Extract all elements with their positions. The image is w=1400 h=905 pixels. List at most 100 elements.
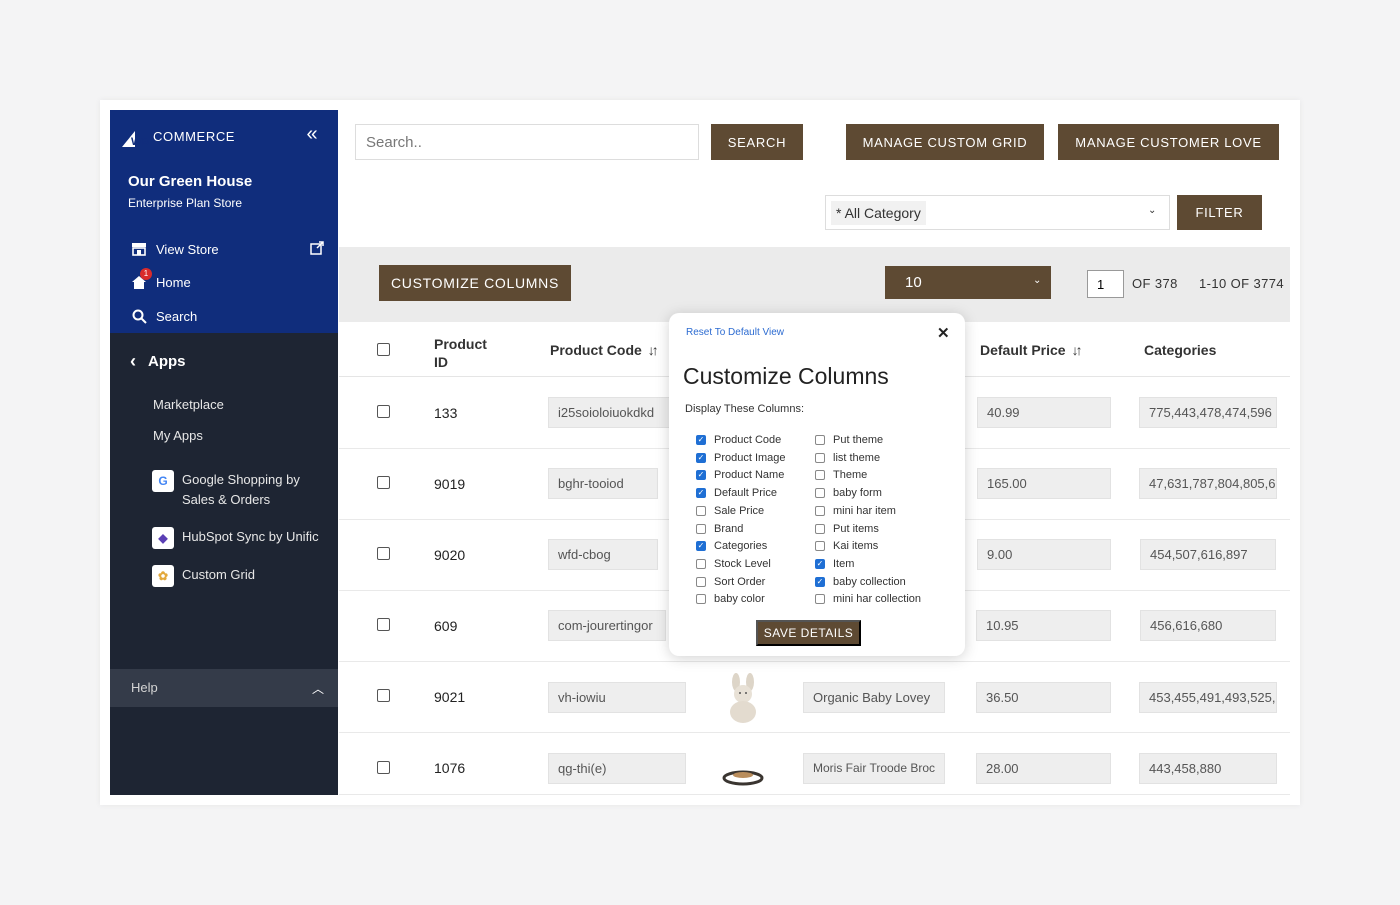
categories-field[interactable]: 456,616,680 [1140,610,1276,641]
header-default-price[interactable]: Default Price ↓↑ [980,342,1083,358]
sort-icon[interactable]: ↓↑ [1072,342,1083,358]
product-name-field[interactable]: Moris Fair Troode Broc [803,753,945,784]
column-option[interactable]: mini har collection [815,593,921,605]
reset-default-view-link[interactable]: Reset To Default View [686,327,784,338]
product-name-field[interactable]: Organic Baby Lovey [803,682,945,713]
column-option[interactable]: Put items [815,523,879,535]
checkbox-checked[interactable]: ✓ [815,558,825,569]
row-checkbox[interactable] [377,618,390,631]
checkbox-unchecked[interactable] [696,505,706,516]
checkbox-unchecked[interactable] [815,594,825,605]
chevron-left-icon: ‹ [130,351,136,371]
column-option[interactable]: Sort Order [696,576,765,588]
header-product-id[interactable]: Product ID [434,335,487,371]
checkbox-checked[interactable]: ✓ [815,576,825,587]
checkbox-unchecked[interactable] [696,576,706,587]
column-option[interactable]: Theme [815,469,867,481]
page-number-input[interactable] [1087,270,1124,298]
product-code-field[interactable]: com-jourertingor [548,610,666,641]
column-option[interactable]: ✓ Categories [696,540,767,552]
checkbox-checked[interactable]: ✓ [696,435,706,445]
column-option[interactable]: Stock Level [696,558,771,570]
column-option-label: baby form [833,487,882,500]
row-checkbox[interactable] [377,547,390,560]
search-button[interactable]: SEARCH [711,124,803,160]
app-item-hubspot[interactable]: ◆ HubSpot Sync by Unific [152,527,319,549]
sidebar-link-view-store[interactable]: View Store [130,239,219,259]
column-option[interactable]: baby color [696,593,765,605]
categories-field[interactable]: 775,443,478,474,596 [1139,397,1277,428]
select-all-checkbox[interactable] [377,343,390,356]
checkbox-unchecked[interactable] [815,435,825,445]
sidebar-link-search[interactable]: Search [130,306,197,326]
price-field[interactable]: 36.50 [976,682,1111,713]
help-toggle[interactable]: Help ︿ [110,669,338,707]
checkbox-unchecked[interactable] [815,523,825,534]
product-code-field[interactable]: vh-iowiu [548,682,686,713]
column-option[interactable]: Put theme [815,434,883,446]
customize-columns-button[interactable]: CUSTOMIZE COLUMNS [379,265,571,301]
column-option[interactable]: ✓ Product Name [696,469,784,481]
header-label: Product Code [550,342,642,358]
per-page-select[interactable]: 10 ⌄ [885,266,1051,299]
column-option[interactable]: baby form [815,487,882,499]
product-code-field[interactable]: i25soioloiuokdkd [548,397,686,428]
row-checkbox[interactable] [377,476,390,489]
apps-back-link[interactable]: ‹ Apps [130,351,186,372]
row-checkbox[interactable] [377,689,390,702]
manage-custom-grid-button[interactable]: MANAGE CUSTOM GRID [846,124,1044,160]
product-code-field[interactable]: qg-thi(e) [548,753,686,784]
checkbox-unchecked[interactable] [815,488,825,499]
checkbox-checked[interactable]: ✓ [696,452,706,463]
sidebar-item-my-apps[interactable]: My Apps [153,428,203,443]
column-option[interactable]: Sale Price [696,505,764,517]
checkbox-unchecked[interactable] [696,523,706,534]
checkbox-checked[interactable]: ✓ [696,488,706,499]
save-details-button[interactable]: SAVE DETAILS [756,620,861,646]
column-option[interactable]: ✓ Default Price [696,487,777,499]
column-option[interactable]: list theme [815,452,880,464]
column-option-label: Product Code [714,434,782,446]
filter-button[interactable]: FILTER [1177,195,1262,230]
checkbox-unchecked[interactable] [815,505,825,516]
checkbox-unchecked[interactable] [815,541,825,552]
price-field[interactable]: 9.00 [977,539,1111,570]
categories-field[interactable]: 454,507,616,897 [1140,539,1276,570]
product-code-field[interactable]: wfd-cbog [548,539,658,570]
checkbox-checked[interactable]: ✓ [696,541,706,552]
price-field[interactable]: 10.95 [976,610,1111,641]
column-option[interactable]: ✓ Product Code [696,434,781,446]
categories-field[interactable]: 443,458,880 [1139,753,1277,784]
close-icon[interactable]: ✕ [937,324,950,342]
column-option[interactable]: ✓ baby collection [815,576,906,588]
column-option[interactable]: ✓ Item [815,558,854,570]
row-checkbox[interactable] [377,405,390,418]
checkbox-checked[interactable]: ✓ [696,470,706,481]
collapse-sidebar-icon[interactable]: « [302,124,322,144]
row-checkbox[interactable] [377,761,390,774]
app-item-google-shopping[interactable]: G Google Shopping by Sales & Orders [152,470,300,510]
column-option[interactable]: ✓ Product Image [696,452,786,464]
checkbox-unchecked[interactable] [815,470,825,481]
column-option[interactable]: Kai items [815,540,878,552]
manage-customer-love-button[interactable]: MANAGE CUSTOMER LOVE [1058,124,1279,160]
search-input[interactable] [355,124,699,160]
checkbox-unchecked[interactable] [696,558,706,569]
app-item-custom-grid[interactable]: ✿ Custom Grid [152,565,255,587]
price-field[interactable]: 165.00 [977,468,1111,499]
header-product-code[interactable]: Product Code ↓↑ [550,342,659,358]
categories-field[interactable]: 453,455,491,493,525,6 [1139,682,1277,713]
category-select[interactable]: * All Category ⌄ [825,195,1170,230]
checkbox-unchecked[interactable] [696,594,706,605]
price-field[interactable]: 40.99 [977,397,1111,428]
price-field[interactable]: 28.00 [976,753,1111,784]
sort-icon[interactable]: ↓↑ [648,342,659,358]
categories-field[interactable]: 47,631,787,804,805,6 [1139,468,1277,499]
sidebar-item-marketplace[interactable]: Marketplace [153,397,224,412]
checkbox-unchecked[interactable] [815,452,825,463]
external-link-icon[interactable] [310,241,324,255]
sidebar-link-home[interactable]: 1 Home [130,268,191,292]
column-option[interactable]: Brand [696,523,743,535]
column-option[interactable]: mini har item [815,505,896,517]
product-code-field[interactable]: bghr-tooiod [548,468,658,499]
